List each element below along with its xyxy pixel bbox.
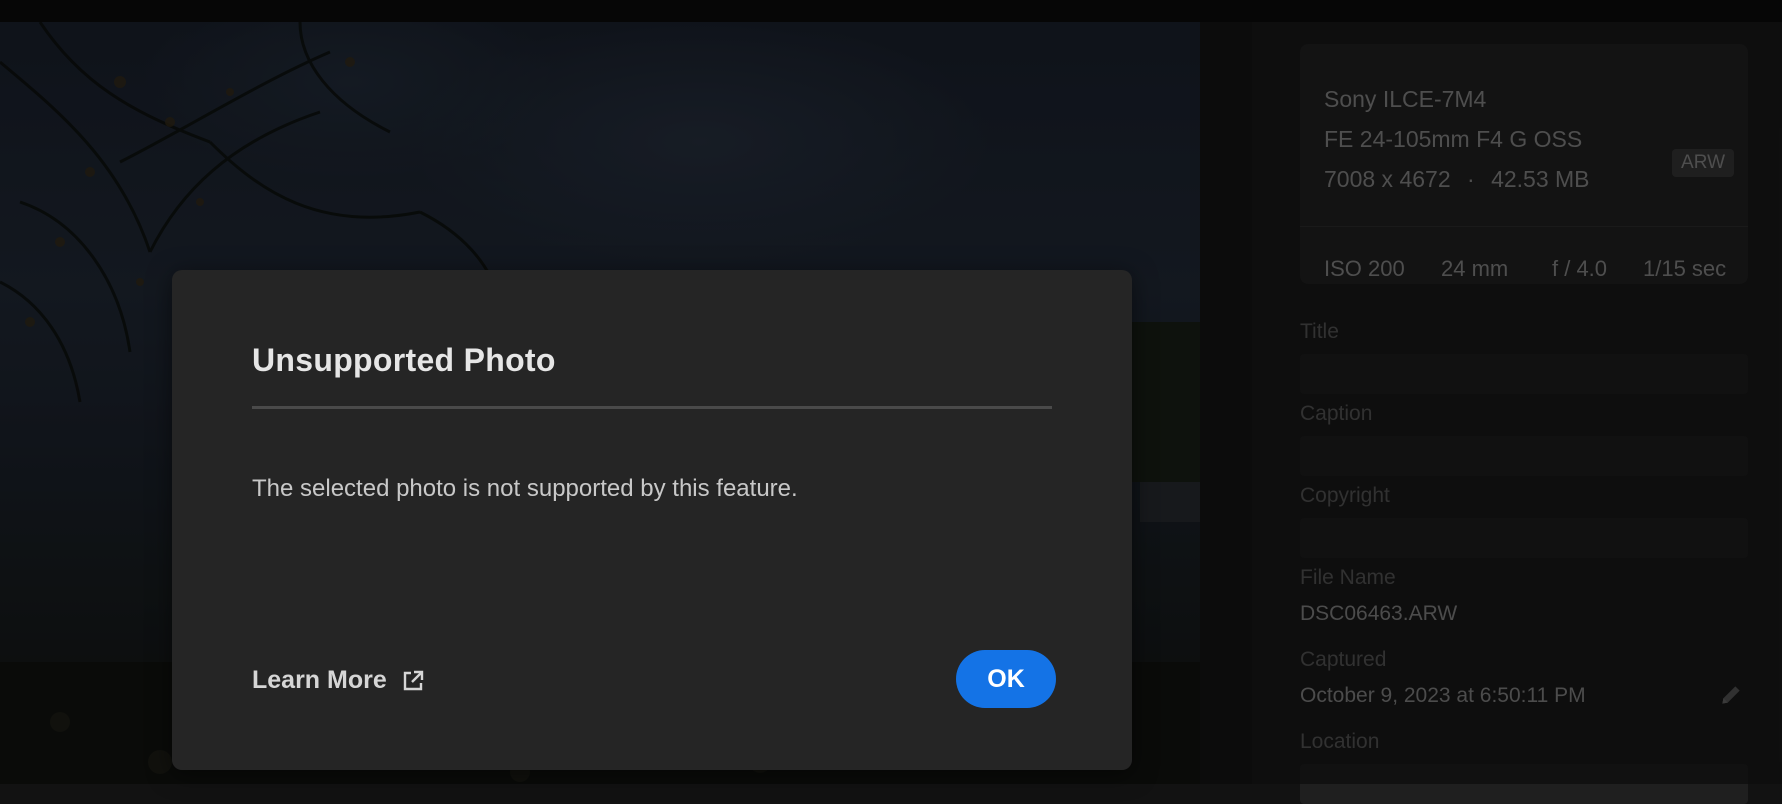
ok-button[interactable]: OK [956,650,1056,708]
external-link-icon [403,670,423,690]
unsupported-photo-dialog: Unsupported Photo The selected photo is … [172,270,1132,770]
learn-more-label: Learn More [252,666,387,694]
dialog-message: The selected photo is not supported by t… [252,475,798,502]
dialog-divider [252,406,1052,409]
learn-more-link[interactable]: Learn More [252,666,425,695]
dialog-title: Unsupported Photo [252,342,556,378]
